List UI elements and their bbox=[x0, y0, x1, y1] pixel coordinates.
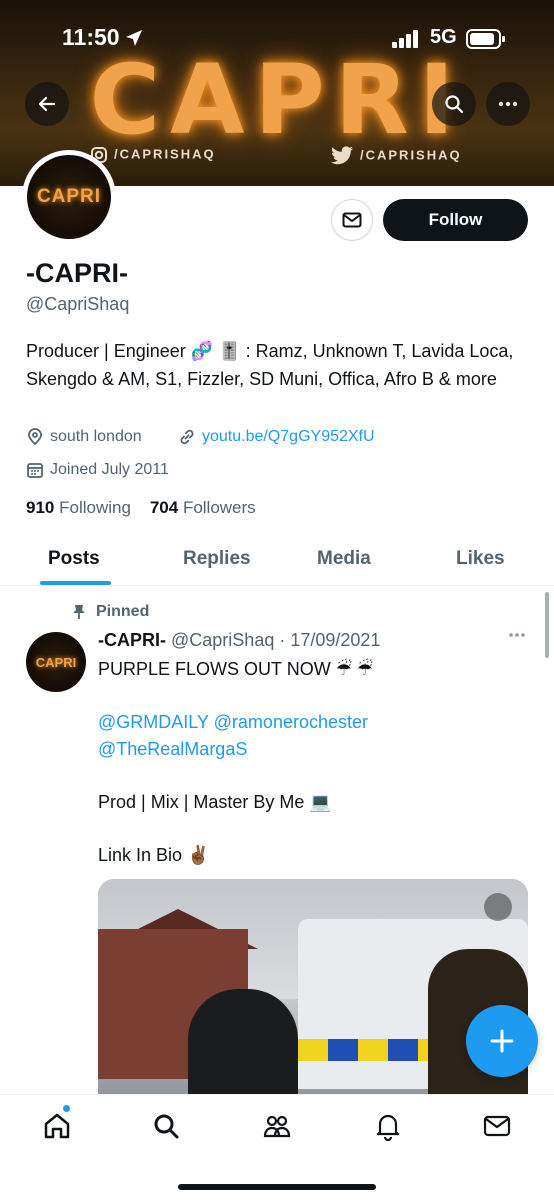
tweet-avatar-text: CAPRI bbox=[35, 654, 77, 670]
communities-icon[interactable] bbox=[262, 1111, 292, 1141]
tweet-avatar[interactable]: CAPRI bbox=[26, 632, 86, 692]
pinned-indicator: Pinned bbox=[72, 603, 149, 621]
tab-replies[interactable]: Replies bbox=[183, 548, 251, 570]
mention-link[interactable]: @ramonerochester bbox=[214, 712, 368, 732]
profile-avatar[interactable]: CAPRI bbox=[22, 150, 116, 244]
more-horizontal-icon bbox=[498, 101, 518, 107]
location-arrow-icon bbox=[126, 30, 142, 46]
search-button[interactable] bbox=[432, 82, 476, 126]
joined-text: Joined July 2011 bbox=[50, 461, 169, 478]
location-pin-icon bbox=[28, 428, 42, 446]
follow-button[interactable]: Follow bbox=[383, 199, 528, 241]
tab-media[interactable]: Media bbox=[317, 548, 371, 570]
envelope-icon bbox=[342, 212, 362, 228]
mention-link[interactable]: @GRMDAILY bbox=[98, 712, 209, 732]
tweet-header: -CAPRI- @CapriShaq · 17/09/2021 bbox=[98, 630, 380, 651]
followers-count: 704 bbox=[149, 498, 179, 517]
pinned-label: Pinned bbox=[96, 603, 150, 620]
compose-button[interactable] bbox=[466, 1005, 538, 1077]
tweet-date[interactable]: · 17/09/2021 bbox=[279, 630, 380, 650]
notifications-bell-icon[interactable] bbox=[373, 1111, 403, 1141]
mention-link[interactable]: @TheRealMargaS bbox=[98, 736, 247, 762]
following-link[interactable]: 910 Following bbox=[26, 498, 131, 517]
instagram-handle: /CAPRISHAQ bbox=[114, 146, 216, 162]
tweet-text-line: PURPLE FLOWS OUT NOW ☔ ☔ bbox=[98, 659, 373, 679]
signal-icon bbox=[392, 30, 418, 48]
back-arrow-icon bbox=[38, 96, 56, 112]
search-icon[interactable] bbox=[151, 1111, 181, 1141]
twitter-bird-icon bbox=[331, 146, 353, 165]
tweet-author-name[interactable]: -CAPRI- bbox=[98, 630, 166, 650]
profile-tabs: Posts Replies Media Likes bbox=[0, 532, 554, 586]
tweet-more-icon[interactable] bbox=[508, 632, 526, 638]
home-unread-dot bbox=[63, 1105, 70, 1112]
more-options-button[interactable] bbox=[486, 82, 530, 126]
media-person bbox=[188, 989, 298, 1109]
link-text[interactable]: youtu.be/Q7gGY952XfU bbox=[202, 428, 375, 446]
home-icon[interactable] bbox=[42, 1111, 72, 1141]
twitter-handle: /CAPRISHAQ bbox=[360, 147, 462, 163]
avatar-image: CAPRI bbox=[27, 155, 111, 239]
avatar-logo-text: CAPRI bbox=[36, 186, 102, 207]
link-icon bbox=[180, 429, 194, 445]
location-text: south london bbox=[50, 428, 142, 445]
tweet-text-line: Prod | Mix | Master By Me 💻 bbox=[98, 792, 332, 812]
message-button[interactable] bbox=[331, 199, 373, 241]
back-button[interactable] bbox=[25, 82, 69, 126]
banner-twitter: /CAPRISHAQ bbox=[330, 146, 462, 166]
home-indicator bbox=[178, 1184, 376, 1190]
profile-bio: Producer | Engineer 🧬 🎚️ : Ramz, Unknown… bbox=[26, 341, 514, 389]
follow-stats: 910 Following 704 Followers bbox=[26, 498, 256, 518]
calendar-icon bbox=[27, 463, 43, 478]
tweet-text-line: Link In Bio ✌🏾 bbox=[98, 845, 210, 865]
following-count: 910 bbox=[26, 498, 55, 517]
messages-envelope-icon[interactable] bbox=[482, 1111, 512, 1141]
scrollbar[interactable] bbox=[545, 592, 549, 658]
tweet-mentions-line: @GRMDAILY @ramonerochester bbox=[98, 709, 368, 735]
status-bar: 11:50 5G bbox=[0, 20, 554, 56]
tweet-media-video[interactable] bbox=[98, 879, 528, 1109]
active-tab-indicator bbox=[40, 581, 111, 585]
plus-icon bbox=[490, 1029, 514, 1053]
pin-icon bbox=[73, 605, 85, 619]
tweet-author-handle[interactable]: @CapriShaq bbox=[171, 630, 274, 650]
following-label: Following bbox=[59, 498, 131, 517]
profile-name: -CAPRI- bbox=[26, 258, 128, 288]
tab-likes[interactable]: Likes bbox=[456, 548, 505, 570]
network-type: 5G bbox=[430, 26, 457, 48]
followers-link[interactable]: 704 Followers bbox=[150, 498, 256, 517]
profile-handle: @CapriShaq bbox=[26, 294, 130, 314]
tab-posts[interactable]: Posts bbox=[48, 548, 100, 570]
search-icon bbox=[445, 95, 464, 114]
media-settings-icon[interactable] bbox=[484, 893, 512, 921]
profile-link[interactable]: youtu.be/Q7gGY952XfU bbox=[178, 428, 375, 446]
profile-joined: Joined July 2011 bbox=[26, 461, 169, 479]
battery-icon bbox=[466, 29, 505, 49]
profile-location: south london bbox=[26, 428, 142, 446]
followers-label: Followers bbox=[182, 498, 256, 517]
banner-instagram: /CAPRISHAQ bbox=[90, 146, 216, 164]
status-time: 11:50 bbox=[62, 24, 120, 50]
